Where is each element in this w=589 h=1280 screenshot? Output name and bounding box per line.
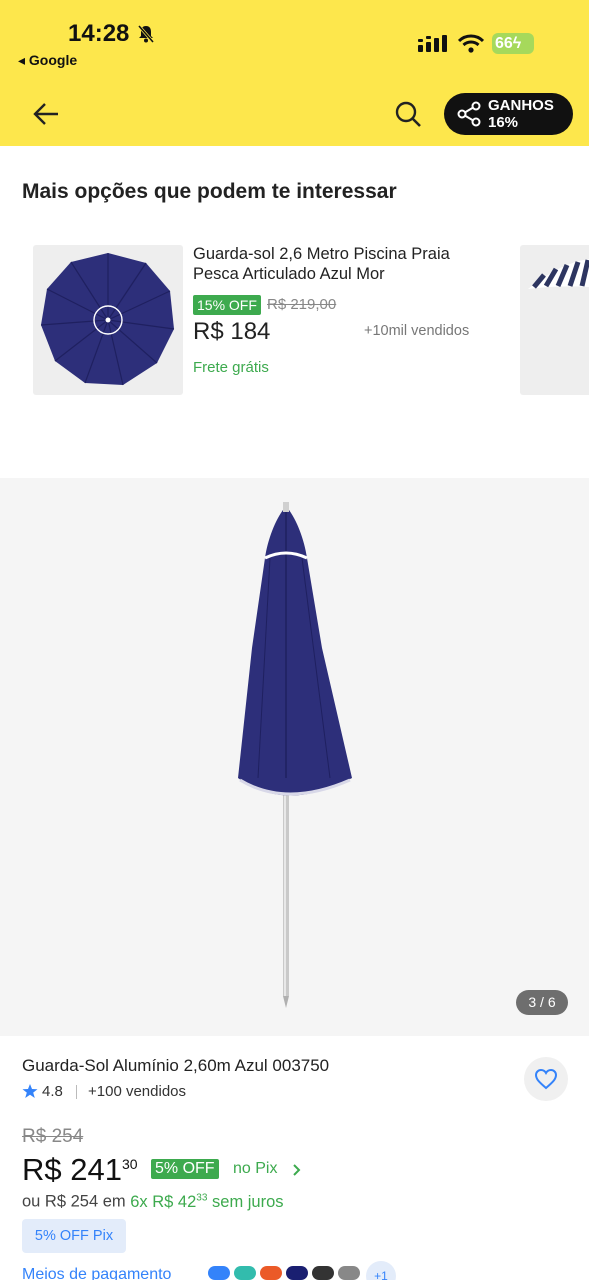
boleto-icon (338, 1266, 360, 1280)
battery-level: 66 (495, 35, 513, 52)
signal-icon (418, 35, 447, 52)
back-arrow-icon[interactable] (30, 100, 62, 128)
more-payments-badge[interactable]: +1 (366, 1261, 396, 1280)
product-sold-count: +100 vendidos (88, 1083, 186, 1100)
share-earnings-button[interactable]: GANHOS 16% (444, 93, 573, 135)
gallery-counter: 3 / 6 (516, 990, 568, 1015)
payment-icons (208, 1266, 360, 1280)
closed-umbrella-image (238, 502, 352, 1008)
share-icon (457, 101, 481, 127)
battery-icon: 66ϟ (492, 33, 534, 54)
current-price: R$ 241 (22, 1152, 122, 1187)
open-umbrella-image (40, 253, 175, 386)
sold-count: +10mil vendidos (364, 323, 470, 339)
charging-icon: ϟ (512, 35, 522, 52)
installment-prefix: ou R$ 254 em (22, 1192, 126, 1211)
elo-icon (312, 1266, 334, 1280)
heart-icon (534, 1068, 558, 1090)
earnings-value: 16% (488, 114, 519, 131)
original-price: R$ 254 (22, 1126, 84, 1147)
mastercard-icon (260, 1266, 282, 1280)
installments-text: ou R$ 254 em 6x R$ 4233 sem juros (22, 1192, 284, 1212)
mercado-pago-icon (208, 1266, 230, 1280)
search-icon[interactable] (392, 98, 424, 130)
pix-icon (234, 1266, 256, 1280)
visa-icon (286, 1266, 308, 1280)
installment-suffix: sem juros (212, 1192, 284, 1211)
discount-badge: 15% OFF (193, 295, 261, 315)
back-to-google-link[interactable]: ◂ Google (18, 52, 77, 69)
favorite-button[interactable] (524, 1057, 568, 1101)
mute-bell-icon (137, 25, 155, 43)
installment-count: 6x R$ 42 (130, 1192, 197, 1211)
recommended-product-image[interactable] (33, 245, 183, 395)
installment-value: 6x R$ 4233 sem juros (130, 1192, 284, 1211)
app-header: 14:28 ◂ Google 66ϟ GANHOS 16% (0, 0, 589, 146)
installment-cents: 33 (196, 1192, 208, 1203)
recommended-price: R$ 184 (193, 318, 271, 345)
earnings-label: GANHOS (488, 97, 554, 114)
product-title: Guarda-Sol Alumínio 2,60m Azul 003750 (22, 1056, 330, 1075)
current-price-cents: 30 (122, 1156, 138, 1172)
product-image-gallery[interactable] (0, 478, 589, 1036)
striped-umbrella-image (528, 259, 589, 289)
pix-link[interactable]: no Pix (233, 1160, 277, 1178)
pix-discount-pill: 5% OFF Pix (22, 1219, 126, 1253)
old-price: R$ 219,00 (267, 296, 337, 313)
pix-discount-badge: 5% OFF (151, 1159, 219, 1179)
earnings-text: GANHOS 16% (488, 97, 554, 131)
recommended-product-title[interactable]: Guarda-sol 2,6 Metro Piscina Praia Pesca… (193, 244, 493, 284)
divider (76, 1085, 77, 1099)
status-time: 14:28 (68, 20, 130, 47)
chevron-right-icon[interactable] (292, 1163, 302, 1177)
next-product-image[interactable] (520, 245, 589, 395)
free-shipping-label: Frete grátis (193, 359, 269, 376)
section-title: Mais opções que podem te interessar (22, 180, 397, 203)
wifi-icon (458, 34, 484, 53)
star-icon (22, 1084, 38, 1098)
rating-value: 4.8 (42, 1083, 63, 1100)
payment-methods-link[interactable]: Meios de pagamento (22, 1266, 171, 1280)
